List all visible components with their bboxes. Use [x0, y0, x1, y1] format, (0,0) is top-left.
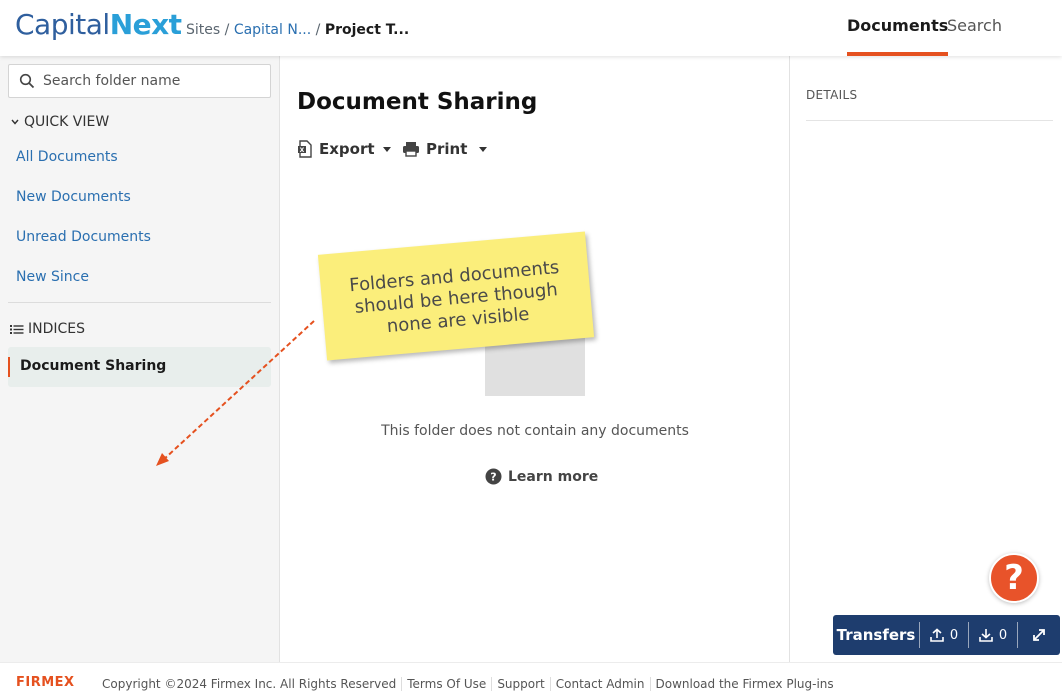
sidebar-divider	[8, 302, 271, 303]
folder-search-box	[8, 64, 271, 98]
details-divider	[806, 120, 1053, 121]
excel-file-icon: X	[298, 140, 312, 158]
list-icon	[10, 325, 24, 334]
indices-header: INDICES	[10, 321, 85, 337]
indices-label: INDICES	[28, 321, 86, 337]
footer: FIRMEX Copyright ©2024 Firmex Inc. All R…	[0, 662, 1062, 699]
transfers-button[interactable]: Transfers	[833, 626, 919, 644]
tab-documents[interactable]: Documents	[847, 16, 949, 56]
footer-link-contact-admin[interactable]: Contact Admin	[549, 677, 650, 691]
transfers-bar: Transfers 0 0	[833, 615, 1060, 655]
breadcrumb-separator: /	[224, 22, 230, 38]
breadcrumb-separator: /	[315, 22, 321, 38]
capitalnext-logo[interactable]: CapitalNext	[15, 7, 182, 43]
learn-more-label: Learn more	[508, 468, 599, 485]
quick-view-toggle[interactable]: QUICK VIEW	[10, 114, 109, 130]
logo-text-next: Next	[109, 8, 182, 41]
breadcrumb-current-project: Project T...	[324, 22, 410, 38]
footer-links: Copyright ©2024 Firmex Inc. All Rights R…	[102, 677, 839, 691]
footer-link-download-plugins[interactable]: Download the Firmex Plug-ins	[649, 677, 839, 691]
download-icon	[979, 629, 993, 642]
caret-down-icon	[382, 146, 391, 152]
downloads-count-button[interactable]: 0	[969, 628, 1017, 643]
help-button[interactable]: ?	[989, 553, 1039, 603]
learn-more-link[interactable]: ? Learn more	[485, 468, 598, 485]
main-content: Document Sharing X Export Print This fol…	[280, 56, 790, 662]
empty-state-message: This folder does not contain any documen…	[381, 423, 689, 439]
printer-icon	[403, 142, 419, 157]
svg-text:X: X	[300, 147, 305, 154]
footer-link-terms[interactable]: Terms Of Use	[401, 677, 491, 691]
breadcrumb-sites[interactable]: Sites	[186, 22, 220, 38]
chevron-down-icon	[11, 119, 19, 125]
logo-text-capital: Capital	[15, 8, 110, 41]
footer-link-support[interactable]: Support	[491, 677, 549, 691]
details-header: DETAILS	[806, 88, 858, 102]
uploads-count-button[interactable]: 0	[920, 628, 968, 643]
search-icon	[19, 73, 35, 89]
caret-down-icon	[479, 146, 488, 152]
sidebar-item-new-documents[interactable]: New Documents	[16, 189, 131, 205]
uploads-count: 0	[949, 627, 959, 643]
sidebar-item-all-documents[interactable]: All Documents	[16, 149, 118, 165]
folder-search-input[interactable]	[43, 65, 265, 97]
expand-transfers-button[interactable]	[1018, 627, 1060, 643]
print-label: Print	[426, 140, 468, 158]
quick-view-label: QUICK VIEW	[24, 114, 110, 130]
help-circle-icon: ?	[485, 468, 502, 485]
export-label: Export	[319, 140, 375, 158]
firmex-logo[interactable]: FIRMEX	[16, 675, 75, 690]
tab-search[interactable]: Search	[947, 16, 1002, 56]
page-title: Document Sharing	[297, 89, 538, 115]
sidebar-item-unread-documents[interactable]: Unread Documents	[16, 229, 151, 245]
top-header: CapitalNext Sites / Capital N... / Proje…	[0, 0, 1062, 56]
downloads-count: 0	[998, 627, 1008, 643]
svg-text:?: ?	[490, 471, 496, 484]
sidebar-item-label: Document Sharing	[20, 358, 167, 374]
upload-icon	[930, 628, 944, 642]
export-button[interactable]: X Export	[297, 138, 391, 160]
breadcrumb-site-link[interactable]: Capital N...	[234, 22, 311, 38]
annotation-arrow	[156, 320, 315, 466]
sidebar-item-new-since[interactable]: New Since	[16, 269, 89, 285]
footer-copyright: Copyright ©2024 Firmex Inc. All Rights R…	[102, 677, 397, 691]
annotation-text: Folders and documents should be here tho…	[334, 256, 579, 343]
print-button[interactable]: Print	[402, 138, 488, 160]
expand-icon	[1033, 629, 1045, 641]
breadcrumb: Sites / Capital N... / Project T...	[186, 22, 409, 38]
